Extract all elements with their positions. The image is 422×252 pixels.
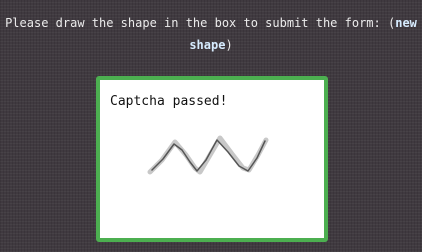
new-shape-link-part-1[interactable]: new [395,16,417,30]
instructions-line-1: Please draw the shape in the box to subm… [0,12,422,34]
new-shape-link-part-2[interactable]: shape [189,38,225,52]
instructions-text: Please draw the shape in the box to subm… [5,16,396,30]
captcha-instructions: Please draw the shape in the box to subm… [0,12,422,56]
instructions-suffix: ) [225,38,233,52]
drawn-shape [147,135,269,175]
captcha-drawing-box[interactable]: Captcha passed! [96,76,328,242]
user-stroke [151,139,266,172]
instructions-line-2: shape) [0,34,422,56]
